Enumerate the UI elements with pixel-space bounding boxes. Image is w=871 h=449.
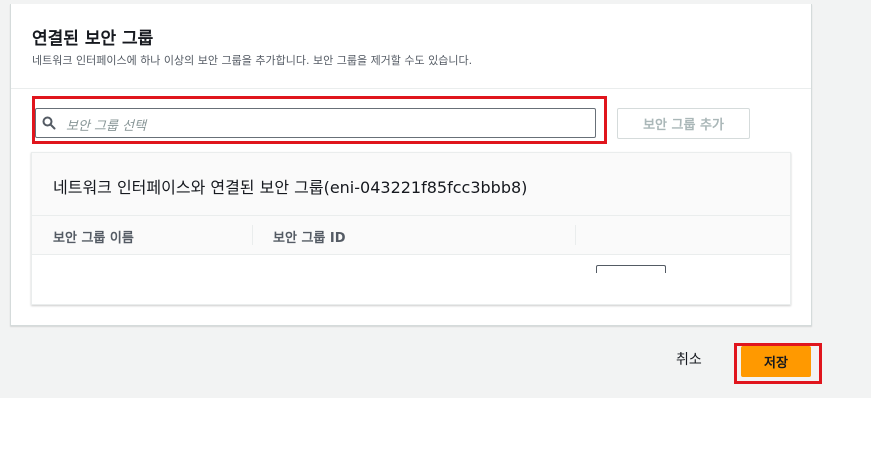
- security-group-search-input[interactable]: 보안 그룹 선택: [35, 108, 596, 138]
- table-column-headers: 보안 그룹 이름 보안 그룹 ID: [32, 216, 790, 255]
- search-icon: [42, 116, 56, 130]
- table-header: 네트워크 인터페이스와 연결된 보안 그룹(eni-043221f85fcc3b…: [32, 153, 790, 216]
- search-placeholder: 보안 그룹 선택: [66, 119, 147, 134]
- remove-button-partial[interactable]: [596, 265, 666, 273]
- column-header-group-id[interactable]: 보안 그룹 ID: [273, 227, 346, 246]
- panel-title: 연결된 보안 그룹: [32, 29, 154, 49]
- column-divider[interactable]: [252, 225, 253, 245]
- column-divider[interactable]: [575, 225, 576, 245]
- table-title: 네트워크 인터페이스와 연결된 보안 그룹(eni-043221f85fcc3b…: [53, 178, 528, 197]
- cancel-button[interactable]: 취소: [676, 349, 702, 369]
- column-header-group-name[interactable]: 보안 그룹 이름: [53, 227, 134, 246]
- panel-header: 연결된 보안 그룹 네트워크 인터페이스에 하나 이상의 보안 그룹을 추가합니…: [11, 4, 811, 89]
- add-security-group-button[interactable]: 보안 그룹 추가: [617, 108, 750, 139]
- associated-security-groups-table: 네트워크 인터페이스와 연결된 보안 그룹(eni-043221f85fcc3b…: [31, 152, 791, 305]
- security-groups-panel: 연결된 보안 그룹 네트워크 인터페이스에 하나 이상의 보안 그룹을 추가합니…: [10, 4, 812, 326]
- save-button[interactable]: 저장: [741, 346, 811, 377]
- panel-description: 네트워크 인터페이스에 하나 이상의 보안 그룹을 추가합니다. 보안 그룹을 …: [32, 54, 473, 67]
